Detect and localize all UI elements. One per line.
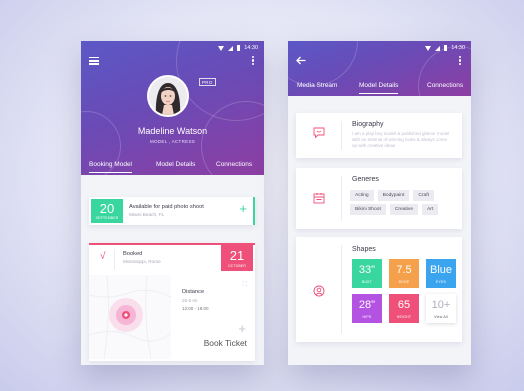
availability-month: SEPTEMBER bbox=[95, 216, 119, 220]
divider bbox=[341, 245, 342, 334]
tab-media-stream[interactable]: Media Stream bbox=[297, 82, 337, 89]
details-tabs: Media Stream Model Details Connections bbox=[288, 82, 471, 96]
wifi-icon bbox=[425, 45, 432, 51]
hamburger-menu-icon[interactable] bbox=[89, 57, 99, 65]
battery-icon bbox=[444, 45, 448, 51]
book-ticket-button[interactable]: Book Ticket bbox=[204, 338, 247, 348]
booked-card[interactable]: √ Booked Mississippi, Rome 21 OCTOBER Di… bbox=[89, 243, 255, 361]
time-range: 12:00 - 18:00 bbox=[182, 306, 209, 311]
tab-model-details[interactable]: Model Details bbox=[359, 82, 399, 95]
tab-connections[interactable]: Connections bbox=[216, 161, 252, 168]
genre-tag[interactable]: Creative bbox=[389, 204, 419, 215]
generes-title: Generes bbox=[352, 176, 379, 183]
profile-name: Madeline Watson bbox=[137, 126, 208, 136]
shape-tile-eyes[interactable]: Blue EYES bbox=[426, 259, 456, 288]
pro-badge: PRO bbox=[199, 78, 216, 86]
profile-role: MODEL , ACTRESS bbox=[149, 139, 196, 144]
tile-value: 7.5 bbox=[396, 264, 412, 276]
profile-header: 14:30 PRO Madeline Watson MODEL , ACTRES… bbox=[81, 41, 264, 175]
genre-tag[interactable]: Bikini Shoot bbox=[350, 204, 386, 215]
wifi-icon bbox=[218, 45, 225, 51]
status-bar: 14:30 bbox=[218, 44, 258, 52]
calendar-icon bbox=[313, 193, 325, 204]
genre-tag[interactable]: Art bbox=[422, 204, 439, 215]
check-icon: √ bbox=[100, 251, 106, 262]
tab-booking-model[interactable]: Booking Model bbox=[89, 161, 132, 174]
distance-label: Distance bbox=[182, 289, 205, 295]
tab-connections[interactable]: Connections bbox=[427, 82, 463, 89]
add-icon[interactable]: + bbox=[238, 322, 246, 335]
tile-value: 33" bbox=[358, 264, 376, 276]
availability-accent bbox=[253, 197, 255, 225]
status-time: 14:30 bbox=[244, 45, 258, 51]
profile-screen: 14:30 PRO Madeline Watson MODEL , ACTRES… bbox=[81, 41, 264, 365]
biography-title: Biography bbox=[352, 121, 384, 128]
availability-title: Available for paid photo shoot bbox=[129, 204, 204, 210]
tile-label: HIPS bbox=[362, 315, 372, 319]
tile-label: EYES bbox=[435, 280, 447, 284]
shape-tile-height[interactable]: 65 HEIGHT bbox=[389, 294, 419, 323]
availability-day: 20 bbox=[99, 201, 115, 216]
genre-tag[interactable]: Acting bbox=[350, 190, 374, 201]
shape-tile-hips[interactable]: 28" HIPS bbox=[352, 294, 382, 323]
battery-icon bbox=[237, 45, 241, 51]
availability-date: 20 SEPTEMBER bbox=[91, 199, 123, 223]
booked-date: 21 OCTOBER bbox=[221, 245, 253, 271]
genre-tags: Acting Bodypaint Craft Bikini Shoot Crea… bbox=[350, 190, 458, 215]
booked-location: Mississippi, Rome bbox=[123, 259, 161, 264]
tile-label: View All bbox=[434, 315, 448, 319]
signal-icon bbox=[435, 45, 441, 51]
booked-title: Booked bbox=[123, 251, 143, 257]
details-header: 14:30 Media Stream Model Details Connect… bbox=[288, 41, 471, 96]
tile-value: Blue bbox=[429, 264, 453, 276]
biography-text: I am a play boy model & published glamor… bbox=[352, 131, 450, 148]
tile-label: SHOE bbox=[398, 280, 410, 284]
tile-label: BUST bbox=[361, 280, 373, 284]
genre-tag[interactable]: Bodypaint bbox=[377, 190, 410, 201]
add-availability-icon[interactable]: + bbox=[239, 202, 247, 215]
profile-photo bbox=[149, 77, 187, 115]
model-details-screen: 14:30 Media Stream Model Details Connect… bbox=[288, 41, 471, 365]
chat-icon bbox=[313, 127, 325, 138]
shapes-title: Shapes bbox=[352, 246, 376, 253]
availability-location: Miami Beach, FL bbox=[129, 212, 165, 217]
shape-tiles: 33" BUST 7.5 SHOE Blue EYES 28" HIPS 65 … bbox=[352, 259, 456, 323]
biography-card[interactable]: Biography I am a play boy model & publis… bbox=[296, 113, 462, 158]
more-options-icon[interactable] bbox=[459, 56, 462, 66]
generes-card[interactable]: Generes Acting Bodypaint Craft Bikini Sh… bbox=[296, 168, 462, 229]
tile-value: 65 bbox=[397, 299, 411, 311]
distance-value: 20.6 mi bbox=[182, 298, 198, 303]
tile-value: 10+ bbox=[431, 299, 451, 311]
tile-value: 28" bbox=[358, 299, 376, 311]
more-options-icon[interactable] bbox=[252, 56, 255, 66]
tab-model-details[interactable]: Model Details bbox=[156, 161, 195, 168]
signal-icon bbox=[228, 45, 234, 51]
status-time: 14:30 bbox=[451, 45, 465, 51]
expand-icon[interactable]: ⛶ bbox=[243, 282, 247, 289]
divider bbox=[114, 249, 115, 270]
divider bbox=[341, 121, 342, 150]
shape-tile-shoe[interactable]: 7.5 SHOE bbox=[389, 259, 419, 288]
divider bbox=[341, 176, 342, 221]
status-bar: 14:30 bbox=[425, 44, 465, 52]
location-map[interactable] bbox=[89, 275, 171, 359]
shapes-card[interactable]: Shapes 33" BUST 7.5 SHOE Blue EYES 28" H… bbox=[296, 237, 462, 342]
genre-tag[interactable]: Craft bbox=[413, 190, 434, 201]
profile-tabs: Booking Model Model Details Connections bbox=[81, 161, 264, 175]
view-all-button[interactable]: 10+ View All bbox=[426, 294, 456, 323]
avatar[interactable] bbox=[147, 75, 189, 117]
tile-label: HEIGHT bbox=[396, 315, 412, 319]
booked-month: OCTOBER bbox=[227, 264, 247, 268]
back-arrow-icon[interactable] bbox=[296, 56, 306, 65]
availability-card[interactable]: 20 SEPTEMBER Available for paid photo sh… bbox=[89, 197, 255, 225]
booked-day: 21 bbox=[229, 248, 245, 263]
shape-tile-bust[interactable]: 33" BUST bbox=[352, 259, 382, 288]
user-icon bbox=[313, 285, 325, 297]
